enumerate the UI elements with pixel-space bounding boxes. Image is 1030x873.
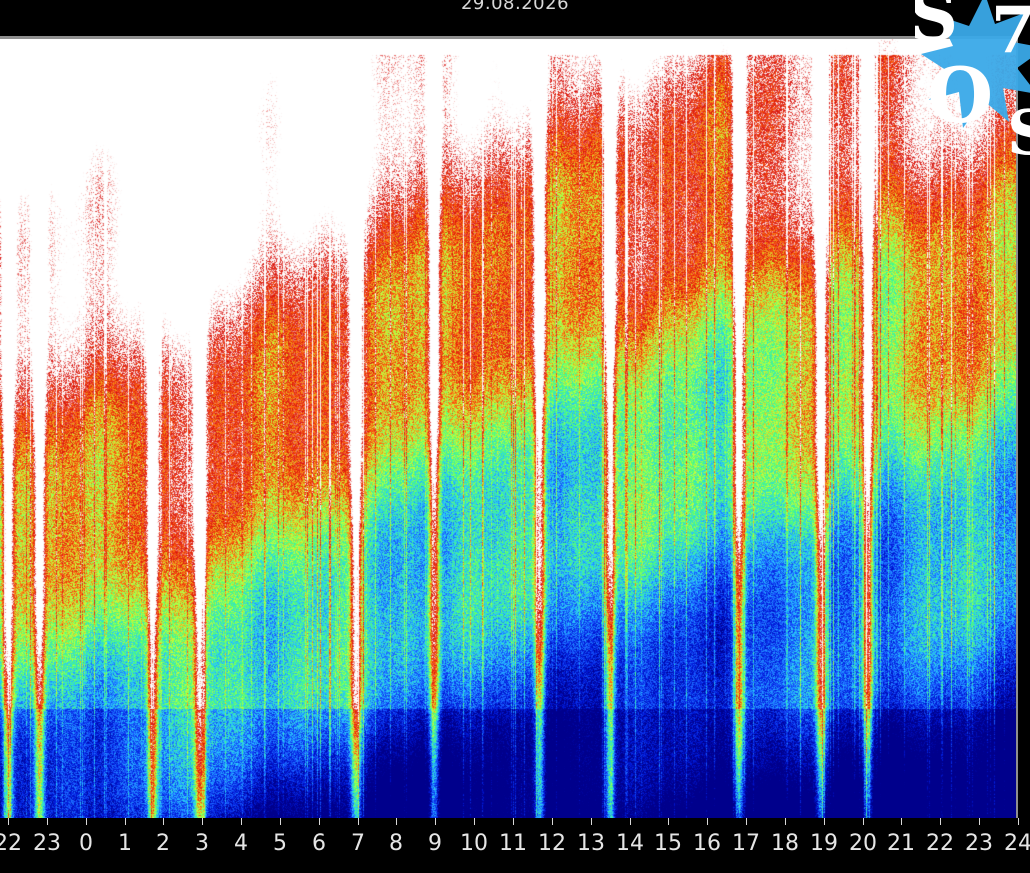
x-axis-tick-label: 24 <box>1004 831 1030 856</box>
plot-frame <box>0 36 1018 818</box>
spectrogram-heatmap <box>0 39 1016 818</box>
x-axis-tick <box>319 818 320 825</box>
x-axis-tick-label: 14 <box>616 831 644 856</box>
x-axis-tick-label: 9 <box>428 831 442 856</box>
x-axis-tick <box>474 818 475 825</box>
x-axis-tick <box>86 818 87 825</box>
x-axis-tick-label: 18 <box>771 831 799 856</box>
x-axis-tick <box>513 818 514 825</box>
x-axis-tick <box>824 818 825 825</box>
x-axis-tick <box>979 818 980 825</box>
x-axis-tick <box>241 818 242 825</box>
x-axis-tick-label: 19 <box>810 831 838 856</box>
x-axis-tick <box>1018 818 1019 825</box>
x-axis-tick <box>552 818 553 825</box>
x-axis-tick-label: 15 <box>654 831 682 856</box>
x-axis-tick-label: 6 <box>312 831 326 856</box>
x-axis-tick-label: 7 <box>351 831 365 856</box>
x-axis-tick-label: 13 <box>577 831 605 856</box>
x-axis-tick <box>47 818 48 825</box>
x-axis-tick <box>901 818 902 825</box>
x-axis-tick-label: 23 <box>33 831 61 856</box>
x-axis-tick <box>746 818 747 825</box>
chart-title: 29.08.2026 <box>460 0 570 14</box>
x-axis-tick-label: 22 <box>926 831 954 856</box>
x-axis-tick <box>202 818 203 825</box>
x-axis-tick <box>396 818 397 825</box>
x-axis-tick-label: 2 <box>156 831 170 856</box>
x-axis-tick-label: 23 <box>965 831 993 856</box>
x-axis-tick-label: 22 <box>0 831 22 856</box>
x-axis-tick-label: 4 <box>234 831 248 856</box>
x-axis-tick <box>591 818 592 825</box>
x-axis-tick-label: 1 <box>118 831 132 856</box>
x-axis-tick-label: 5 <box>273 831 287 856</box>
x-axis-tick-label: 16 <box>693 831 721 856</box>
x-axis-tick <box>125 818 126 825</box>
x-axis-tick-label: 0 <box>79 831 93 856</box>
x-axis-tick-label: 8 <box>389 831 403 856</box>
x-axis-tick-label: 17 <box>732 831 760 856</box>
x-axis-tick <box>280 818 281 825</box>
x-axis-tick-label: 21 <box>887 831 915 856</box>
x-axis-tick-label: 10 <box>460 831 488 856</box>
x-axis-tick <box>668 818 669 825</box>
x-axis-tick <box>630 818 631 825</box>
spectrogram-view: 29.08.2026 22 23 0 1 2 3 4 5 6 7 8 9 10 11 12 13 14 15 16 1… <box>0 0 1030 873</box>
x-axis: 22 23 0 1 2 3 4 5 6 7 8 9 10 11 12 13 14 15 16 17 18 19 20 21 22… <box>0 818 1030 873</box>
x-axis-tick <box>8 818 9 825</box>
x-axis-tick <box>358 818 359 825</box>
x-axis-tick <box>707 818 708 825</box>
x-axis-tick <box>785 818 786 825</box>
x-axis-tick <box>435 818 436 825</box>
x-axis-tick-label: 12 <box>538 831 566 856</box>
x-axis-tick-label: 20 <box>849 831 877 856</box>
x-axis-tick <box>940 818 941 825</box>
x-axis-tick <box>163 818 164 825</box>
x-axis-tick <box>863 818 864 825</box>
x-axis-tick-label: 3 <box>195 831 209 856</box>
x-axis-tick-label: 11 <box>499 831 527 856</box>
